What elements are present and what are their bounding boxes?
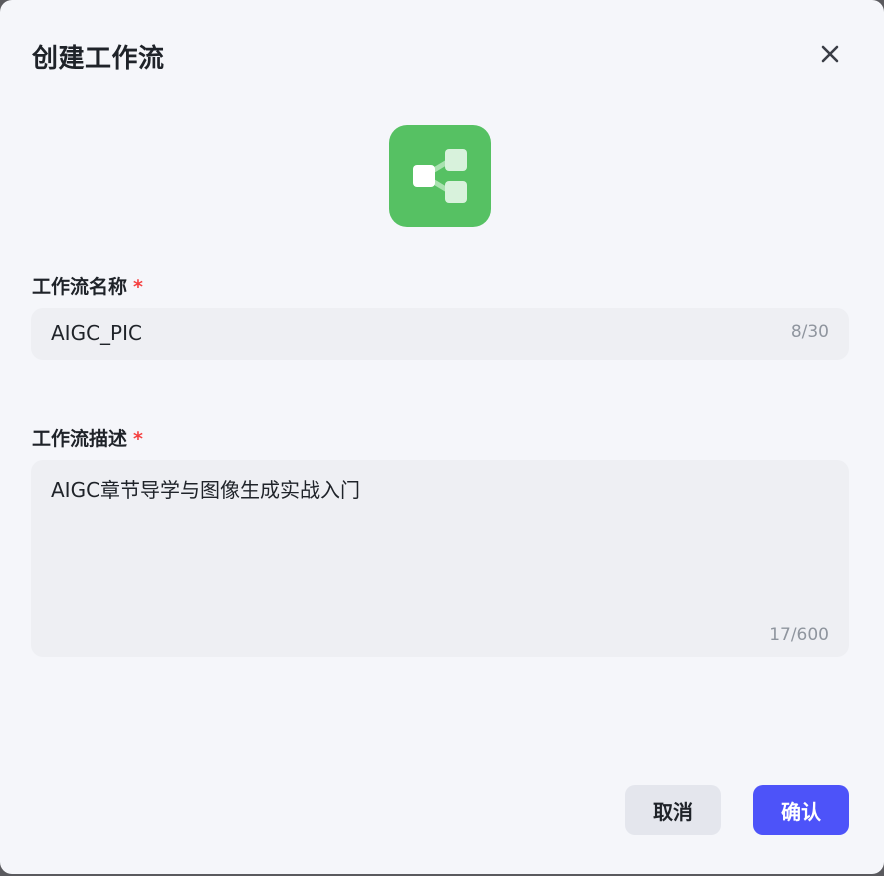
dialog-title: 创建工作流 <box>32 44 165 74</box>
required-mark: * <box>133 276 143 298</box>
workflow-name-counter: 8/30 <box>790 322 829 342</box>
cancel-button[interactable]: 取消 <box>625 785 721 835</box>
workflow-icon <box>413 149 467 203</box>
workflow-app-icon[interactable] <box>389 125 491 227</box>
workflow-description-counter: 17/600 <box>769 625 829 645</box>
workflow-description-textarea[interactable]: AIGC章节导学与图像生成实战入门 17/600 <box>31 460 849 657</box>
workflow-description-label-text: 工作流描述 <box>32 428 128 450</box>
workflow-description-value: AIGC章节导学与图像生成实战入门 <box>51 478 361 502</box>
workflow-name-label: 工作流名称 * <box>32 272 143 299</box>
close-button[interactable] <box>816 40 844 68</box>
workflow-name-value: AIGC_PIC <box>51 321 142 345</box>
required-mark: * <box>133 428 143 450</box>
workflow-description-label: 工作流描述 * <box>32 424 143 451</box>
confirm-button[interactable]: 确认 <box>753 785 849 835</box>
workflow-name-input[interactable]: AIGC_PIC 8/30 <box>31 308 849 360</box>
workflow-name-label-text: 工作流名称 <box>32 276 128 298</box>
create-workflow-dialog: 创建工作流 工作流名称 * AIGC_PIC 8/30 工作流描述 * AIGC章节… <box>0 0 884 874</box>
close-icon <box>821 45 839 63</box>
